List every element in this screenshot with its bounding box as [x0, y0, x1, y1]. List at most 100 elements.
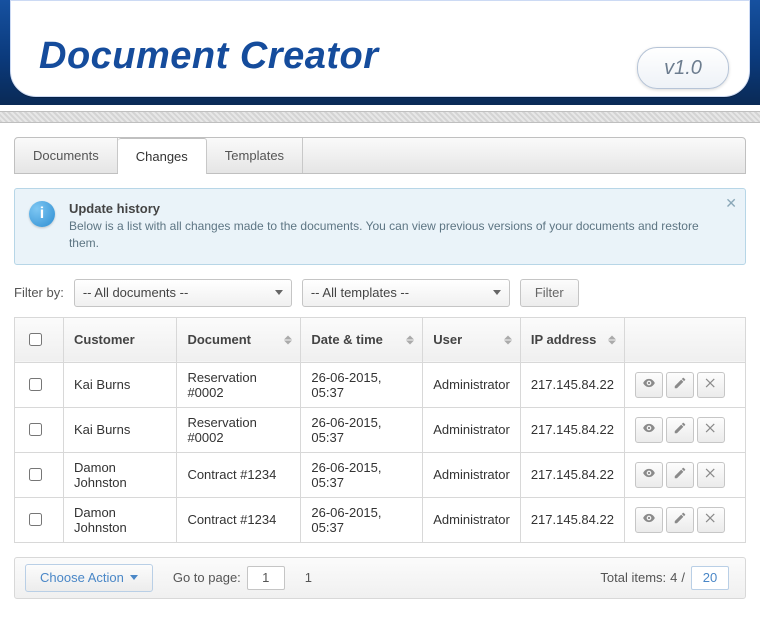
app-header: Document Creator v1.0 — [0, 0, 760, 105]
table-header-row: Customer Document Date & time User IP ad… — [15, 317, 746, 362]
edit-button[interactable] — [666, 372, 694, 398]
cell-customer: Damon Johnston — [64, 452, 177, 497]
info-body: Below is a list with all changes made to… — [69, 218, 731, 252]
tab-documents[interactable]: Documents — [15, 138, 118, 173]
slash: / — [681, 570, 685, 585]
close-icon — [704, 466, 718, 483]
edit-button[interactable] — [666, 462, 694, 488]
row-select-cell[interactable] — [15, 452, 64, 497]
row-checkbox[interactable] — [29, 468, 42, 481]
filter-button[interactable]: Filter — [520, 279, 579, 307]
cell-user: Administrator — [423, 497, 521, 542]
page-input[interactable]: 1 — [247, 566, 285, 590]
cell-datetime: 26-06-2015, 05:37 — [301, 362, 423, 407]
col-ip[interactable]: IP address — [520, 317, 624, 362]
cell-ip: 217.145.84.22 — [520, 407, 624, 452]
delete-button[interactable] — [697, 507, 725, 533]
edit-button[interactable] — [666, 417, 694, 443]
row-select-cell[interactable] — [15, 407, 64, 452]
close-icon — [704, 421, 718, 438]
info-title: Update history — [69, 201, 731, 216]
cell-actions — [625, 407, 746, 452]
cell-document: Reservation #0002 — [177, 407, 301, 452]
header-select-all[interactable] — [15, 317, 64, 362]
sort-icon — [608, 335, 616, 344]
eye-icon — [642, 421, 656, 438]
select-all-checkbox[interactable] — [29, 333, 42, 346]
templates-select-value: -- All templates -- — [311, 285, 409, 300]
divider-stripe — [0, 111, 760, 123]
per-page-input[interactable]: 20 — [691, 566, 729, 590]
cell-datetime: 26-06-2015, 05:37 — [301, 407, 423, 452]
cell-actions — [625, 452, 746, 497]
pencil-icon — [673, 421, 687, 438]
info-text: Update history Below is a list with all … — [69, 201, 731, 252]
sort-icon — [284, 335, 292, 344]
header-pill: Document Creator v1.0 — [10, 0, 750, 97]
sort-icon — [406, 335, 414, 344]
row-checkbox[interactable] — [29, 513, 42, 526]
table-row: Damon JohnstonContract #123426-06-2015, … — [15, 497, 746, 542]
row-checkbox[interactable] — [29, 378, 42, 391]
sort-icon — [504, 335, 512, 344]
col-label: IP address — [531, 332, 597, 347]
choose-action-label: Choose Action — [40, 570, 124, 585]
choose-action-button[interactable]: Choose Action — [25, 564, 153, 592]
cell-datetime: 26-06-2015, 05:37 — [301, 452, 423, 497]
cell-document: Reservation #0002 — [177, 362, 301, 407]
view-button[interactable] — [635, 507, 663, 533]
view-button[interactable] — [635, 462, 663, 488]
row-select-cell[interactable] — [15, 497, 64, 542]
filter-label: Filter by: — [14, 285, 64, 300]
edit-button[interactable] — [666, 507, 694, 533]
col-actions — [625, 317, 746, 362]
close-icon — [704, 376, 718, 393]
cell-customer: Kai Burns — [64, 407, 177, 452]
total-items-count: 4 — [670, 570, 677, 585]
tab-templates[interactable]: Templates — [207, 138, 303, 173]
eye-icon — [642, 376, 656, 393]
cell-document: Contract #1234 — [177, 452, 301, 497]
delete-button[interactable] — [697, 372, 725, 398]
templates-select[interactable]: -- All templates -- — [302, 279, 510, 307]
chevron-down-icon — [130, 575, 138, 580]
version-badge: v1.0 — [637, 47, 729, 89]
pencil-icon — [673, 511, 687, 528]
table-footer: Choose Action Go to page: 1 1 Total item… — [14, 557, 746, 599]
cell-customer: Kai Burns — [64, 362, 177, 407]
col-label: Document — [187, 332, 251, 347]
info-icon: i — [29, 201, 55, 227]
col-datetime[interactable]: Date & time — [301, 317, 423, 362]
col-customer[interactable]: Customer — [64, 317, 177, 362]
filter-row: Filter by: -- All documents -- -- All te… — [14, 279, 746, 307]
cell-datetime: 26-06-2015, 05:37 — [301, 497, 423, 542]
row-select-cell[interactable] — [15, 362, 64, 407]
cell-actions — [625, 362, 746, 407]
row-checkbox[interactable] — [29, 423, 42, 436]
documents-select[interactable]: -- All documents -- — [74, 279, 292, 307]
col-label: Date & time — [311, 332, 383, 347]
cell-user: Administrator — [423, 362, 521, 407]
close-icon[interactable]: ✕ — [725, 195, 737, 212]
col-document[interactable]: Document — [177, 317, 301, 362]
goto-page-label: Go to page: — [173, 570, 241, 585]
col-user[interactable]: User — [423, 317, 521, 362]
tab-changes[interactable]: Changes — [118, 138, 207, 174]
delete-button[interactable] — [697, 462, 725, 488]
col-label: Customer — [74, 332, 135, 347]
pencil-icon — [673, 466, 687, 483]
table-row: Kai BurnsReservation #000226-06-2015, 05… — [15, 407, 746, 452]
cell-customer: Damon Johnston — [64, 497, 177, 542]
total-items-label: Total items: — [600, 570, 666, 585]
view-button[interactable] — [635, 372, 663, 398]
delete-button[interactable] — [697, 417, 725, 443]
cell-ip: 217.145.84.22 — [520, 362, 624, 407]
close-icon — [704, 511, 718, 528]
eye-icon — [642, 511, 656, 528]
cell-actions — [625, 497, 746, 542]
cell-user: Administrator — [423, 452, 521, 497]
tab-bar: Documents Changes Templates — [14, 137, 746, 174]
cell-ip: 217.145.84.22 — [520, 452, 624, 497]
changes-table: Customer Document Date & time User IP ad… — [14, 317, 746, 543]
view-button[interactable] — [635, 417, 663, 443]
